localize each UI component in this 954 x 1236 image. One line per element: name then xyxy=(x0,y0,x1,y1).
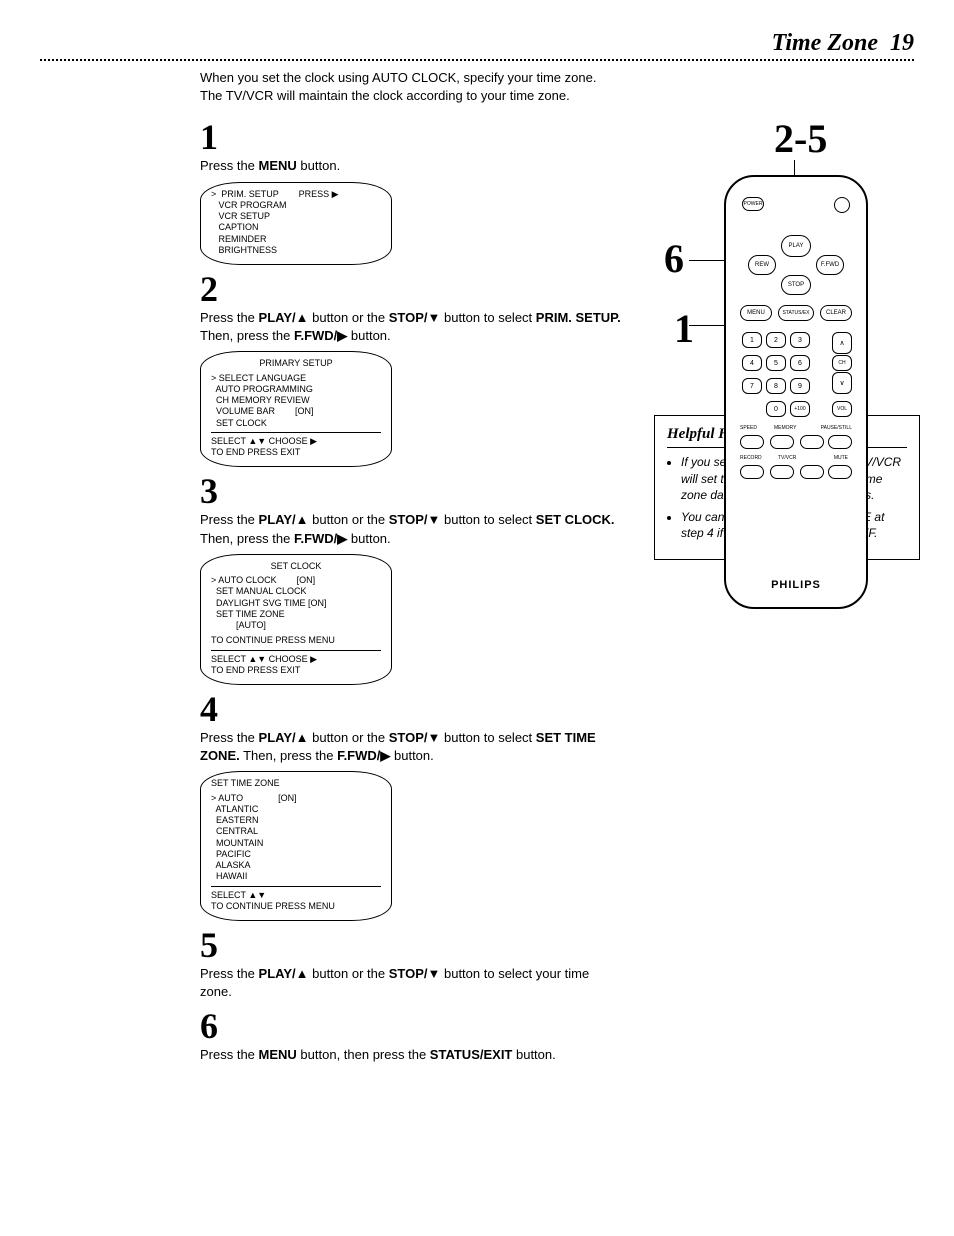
screen-primary-setup: PRIMARY SETUP > SELECT LANGUAGE AUTO PRO… xyxy=(200,351,392,467)
callout-6: 6 xyxy=(664,235,684,282)
step-1-text: Press the MENU button. xyxy=(200,157,624,175)
step-3-number: 3 xyxy=(200,473,624,509)
header-title: Time Zone xyxy=(772,30,878,56)
ch-label: CH xyxy=(832,355,852,371)
step-6-number: 6 xyxy=(200,1008,624,1044)
digit-7: 7 xyxy=(742,378,762,394)
step-5-number: 5 xyxy=(200,927,624,963)
memory-button xyxy=(770,435,794,449)
brand-label: PHILIPS xyxy=(726,579,866,591)
digit-1: 1 xyxy=(742,332,762,348)
play-button: PLAY xyxy=(781,235,811,257)
step-4-number: 4 xyxy=(200,691,624,727)
callout-2-5: 2-5 xyxy=(774,115,827,162)
steps-column: 1 Press the MENU button. > PRIM. SETUP P… xyxy=(200,115,624,1069)
step-2-number: 2 xyxy=(200,271,624,307)
ffwd-button: F.FWD xyxy=(816,255,844,275)
screen-prim-setup: > PRIM. SETUP PRESS ▶ VCR PROGRAM VCR SE… xyxy=(200,182,392,266)
digit-8: 8 xyxy=(766,378,786,394)
callout-1: 1 xyxy=(674,305,694,352)
remote-body: POWER PLAY REW F.FWD STOP MENU STATUS/EX… xyxy=(724,175,868,609)
stop-button: STOP xyxy=(781,275,811,295)
intro-line-1: When you set the clock using AUTO CLOCK,… xyxy=(200,70,596,85)
step-2-text: Press the PLAY/▲ button or the STOP/▼ bu… xyxy=(200,309,624,345)
pause-button xyxy=(800,435,824,449)
ch-down: ∨ xyxy=(832,372,852,394)
record-button xyxy=(740,465,764,479)
digit-2: 2 xyxy=(766,332,786,348)
label-tvvcr: TV/VCR xyxy=(778,455,796,461)
extra-button xyxy=(828,435,852,449)
digit-6: 6 xyxy=(790,355,810,371)
label-record: RECORD xyxy=(740,455,762,461)
step-5-text: Press the PLAY/▲ button or the STOP/▼ bu… xyxy=(200,965,624,1001)
digit-5: 5 xyxy=(766,355,786,371)
vol-label: VOL xyxy=(832,401,852,417)
step-3-text: Press the PLAY/▲ button or the STOP/▼ bu… xyxy=(200,511,624,547)
step-4-text: Press the PLAY/▲ button or the STOP/▼ bu… xyxy=(200,729,624,765)
plus-100-button: +100 xyxy=(790,401,810,417)
mute-button xyxy=(828,465,852,479)
digit-9: 9 xyxy=(790,378,810,394)
intro-line-2: The TV/VCR will maintain the clock accor… xyxy=(200,88,570,103)
tvvcr-button xyxy=(770,465,794,479)
page-number: 19 xyxy=(890,30,914,56)
clear-button: CLEAR xyxy=(820,305,852,321)
page-header: Time Zone 19 xyxy=(40,30,914,61)
label-memory: MEMORY xyxy=(774,425,796,431)
screen-set-time-zone: SET TIME ZONE > AUTO [ON] ATLANTIC EASTE… xyxy=(200,771,392,921)
digit-3: 3 xyxy=(790,332,810,348)
status-exit-button: STATUS/EX xyxy=(778,305,814,321)
digit-0: 0 xyxy=(766,401,786,417)
label-mute: MUTE xyxy=(834,455,848,461)
label-speed: SPEED xyxy=(740,425,757,431)
remote-column: 2-5 6 1 POWER PLAY REW F.FWD STOP MENU xyxy=(654,115,914,1069)
power-button: POWER xyxy=(742,197,764,211)
btn-c xyxy=(800,465,824,479)
rew-button: REW xyxy=(748,255,776,275)
digit-4: 4 xyxy=(742,355,762,371)
ch-up: ∧ xyxy=(832,332,852,354)
screen-set-clock: SET CLOCK > AUTO CLOCK [ON] SET MANUAL C… xyxy=(200,554,392,685)
step-6-text: Press the MENU button, then press the ST… xyxy=(200,1046,624,1064)
label-pausestill: PAUSE/STILL xyxy=(821,425,852,431)
channel-button xyxy=(834,197,850,213)
step-1-number: 1 xyxy=(200,119,624,155)
speed-button xyxy=(740,435,764,449)
intro-text: When you set the clock using AUTO CLOCK,… xyxy=(200,69,914,105)
menu-button: MENU xyxy=(740,305,772,321)
